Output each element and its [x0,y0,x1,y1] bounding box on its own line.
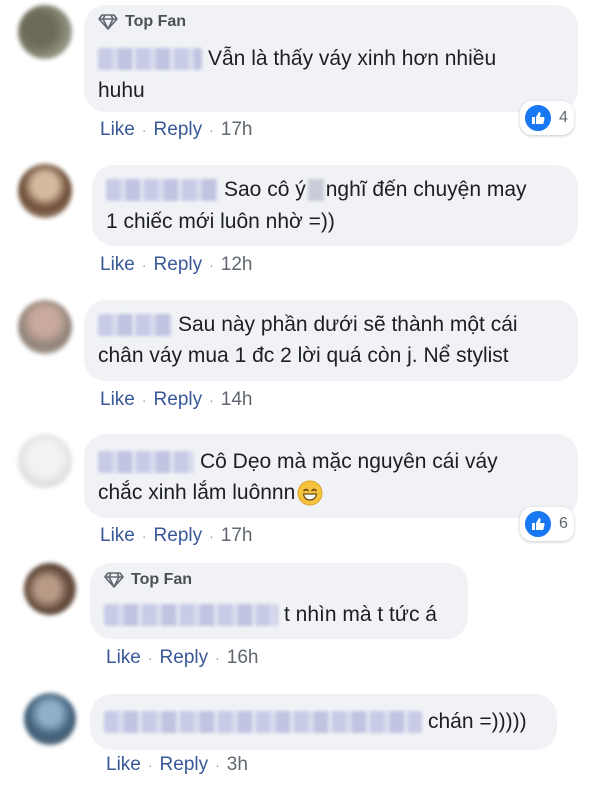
comment-text-line-1: t nhìn mà t tức á [284,603,437,626]
avatar[interactable] [24,693,76,745]
comment-bubble: Top Fan Vẫn là thấy váy xinh hơn nhiều h… [84,5,578,112]
reply-link[interactable]: Reply [154,254,203,276]
like-reaction-icon [523,103,553,133]
author-name[interactable] [98,48,202,71]
like-reaction-icon [523,509,553,539]
author-name[interactable] [98,451,194,474]
comment-text-line-1: Sau này phần dưới sẽ thành một cái [178,313,518,336]
comment-bubble: Cô Dẹo mà mặc nguyên cái váy chắc xinh l… [84,434,578,518]
avatar[interactable] [18,300,72,354]
badge-label: Top Fan [131,571,193,588]
timestamp[interactable]: 17h [221,525,253,547]
author-name[interactable] [98,314,172,337]
timestamp[interactable]: 17h [221,119,253,141]
avatar[interactable] [18,5,72,59]
comment-text-line-1: Cô Dẹo mà mặc nguyên cái váy [200,450,498,473]
reply-link[interactable]: Reply [154,525,203,547]
like-link[interactable]: Like [100,254,135,276]
reply-link[interactable]: Reply [160,647,209,669]
reply-link[interactable]: Reply [154,389,203,411]
grinning-face-emoji [297,480,323,506]
comment-text-line-2: 1 chiếc mới luôn nhờ =)) [106,210,335,233]
comment-text-line-2: chắc xinh lắm luônnn [98,481,296,504]
reactions-number: 6 [559,515,568,532]
timestamp[interactable]: 16h [227,647,259,669]
reactions-count[interactable]: 4 [520,101,574,135]
comment-actions: Like · Reply · 17h [100,119,253,141]
diamond-icon [98,14,118,30]
reply-link[interactable]: Reply [160,754,209,776]
comment-actions: Like · Reply · 3h [106,754,248,776]
reactions-count[interactable]: 6 [520,507,574,541]
comment-bubble: Sau này phần dưới sẽ thành một cái chân … [84,300,578,381]
comment-bubble: Top Fan t nhìn mà t tức á [90,563,468,639]
comment-text-line-1: Vẫn là thấy váy xinh hơn nhiều [208,47,497,70]
comment-text-line-1b: nghĩ đến chuyện may [325,178,527,201]
author-name[interactable] [104,604,278,627]
comment-actions: Like · Reply · 14h [100,389,253,411]
comment-text-line-1a: Sao cô ý [224,178,306,201]
badge-label: Top Fan [125,13,187,30]
reactions-number: 4 [559,109,568,126]
like-link[interactable]: Like [100,525,135,547]
comment-text-line-1: chán =))))) [428,710,527,733]
avatar[interactable] [18,164,72,218]
timestamp[interactable]: 12h [221,254,253,276]
like-link[interactable]: Like [106,754,141,776]
like-link[interactable]: Like [100,389,135,411]
reply-link[interactable]: Reply [154,119,203,141]
avatar[interactable] [24,563,76,615]
avatar[interactable] [18,434,72,488]
top-fan-badge[interactable]: Top Fan [98,13,186,31]
comment-actions: Like · Reply · 12h [100,254,253,276]
author-name[interactable] [104,711,422,734]
comment-bubble: Sao cô ý nghĩ đến chuyện may 1 chiếc mới … [92,165,578,246]
timestamp[interactable]: 14h [221,389,253,411]
like-link[interactable]: Like [106,647,141,669]
author-name[interactable] [106,179,218,202]
comment-actions: Like · Reply · 16h [106,647,259,669]
comment-bubble: chán =))))) [90,694,557,750]
like-link[interactable]: Like [100,119,135,141]
comment-actions: Like · Reply · 17h [100,525,253,547]
comment-text-line-2: huhu [98,79,145,102]
top-fan-badge[interactable]: Top Fan [104,571,192,589]
comment-text-line-2: chân váy mua 1 đc 2 lời quá còn j. Nể st… [98,344,509,367]
diamond-icon [104,572,124,588]
timestamp[interactable]: 3h [227,754,248,776]
